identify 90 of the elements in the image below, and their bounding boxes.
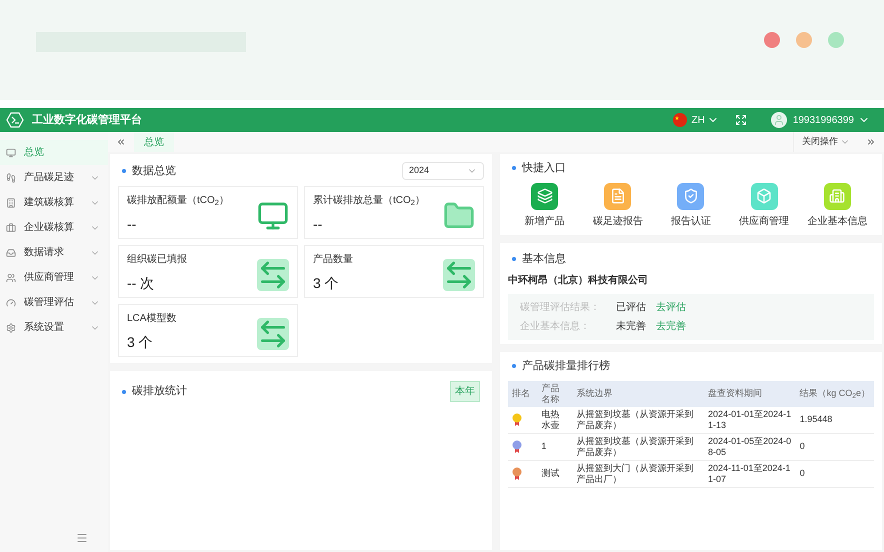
stat-label: 产品数量 — [313, 252, 353, 267]
company-name: 中环柯昂（北京）科技有限公司 — [508, 273, 649, 288]
column-header: 结果（kg CO$_{2}$e） — [796, 380, 874, 406]
flag-icon[interactable] — [673, 113, 688, 127]
table-cell: 1 — [537, 433, 572, 460]
sidebar-label: 总览 — [24, 146, 45, 160]
info-value: 未完善 — [616, 320, 646, 334]
sidebar-item[interactable]: 系统设置 — [0, 315, 108, 340]
window-control-icon[interactable] — [764, 32, 780, 48]
app-title: 工业数字化碳管理平台 — [32, 112, 142, 128]
close-actions-dropdown[interactable]: 关闭操作 — [793, 132, 858, 152]
sidebar-label: 数据请求 — [24, 246, 65, 260]
column-header: 产品名称 — [537, 380, 572, 406]
gear-icon — [6, 322, 16, 332]
sidebar-item[interactable]: 产品碳足迹 — [0, 165, 108, 190]
panel-title: 产品碳排量排行榜 — [522, 358, 610, 374]
exchange-icon — [257, 318, 289, 350]
stat-label: 组织碳已填报 — [127, 252, 187, 267]
table-cell: 2024-01-01至2024-11-13 — [704, 406, 796, 433]
sidebar-item[interactable]: 企业碳核算 — [0, 215, 108, 240]
stat-value: -- — [313, 215, 324, 234]
panel-title: 基本信息 — [522, 252, 566, 266]
footprint-icon — [6, 172, 16, 182]
table-cell: 从摇篮到坟墓（从资源开采到产品废弃） — [572, 433, 704, 460]
table-cell: 测试 — [537, 460, 572, 487]
menu-icon[interactable] — [76, 532, 88, 544]
panel-title: 碳排放统计 — [132, 384, 187, 400]
quick-entry[interactable]: 供应商管理 — [728, 182, 801, 228]
bullet-icon — [512, 364, 516, 368]
bullet-icon — [512, 166, 516, 170]
bullet-icon — [512, 256, 516, 261]
sidebar-item[interactable]: 建筑碳核算 — [0, 190, 108, 215]
panel-title: 数据总览 — [132, 164, 176, 179]
stat-value: 3 个 — [127, 333, 154, 352]
quick-entry[interactable]: 报告认证 — [654, 182, 728, 228]
panel-title: 快捷入口 — [522, 161, 566, 176]
bullet-icon — [122, 169, 126, 173]
sidebar-label: 企业碳核算 — [24, 220, 75, 235]
table-cell: 电热水壶 — [537, 406, 572, 433]
quick-entry-label: 碳足迹报告 — [592, 214, 643, 228]
quick-entry[interactable]: 企业基本信息 — [800, 182, 874, 228]
gauge-icon — [6, 298, 16, 308]
sidebar-item[interactable]: 数据请求 — [0, 240, 108, 265]
sidebar-label: 产品碳足迹 — [24, 170, 75, 185]
stat-label: 累计碳排放总量（tCO$_{2}$） — [313, 194, 425, 208]
stat-label: 碳排放配额量（tCO$_{2}$） — [127, 194, 229, 208]
monitor-icon — [6, 148, 16, 158]
table-cell: 1.95448 — [796, 406, 874, 433]
quick-entry-label: 新增产品 — [524, 214, 565, 228]
table-cell: 2024-11-01至2024-11-07 — [704, 460, 796, 487]
info-value: 已评估 — [616, 301, 646, 315]
column-header: 盘查资料期间 — [704, 380, 796, 406]
inbox-icon — [6, 248, 16, 258]
table-cell: 0 — [796, 460, 874, 487]
table-cell: 0 — [796, 433, 874, 460]
fullscreen-icon[interactable] — [734, 114, 747, 126]
window-control-icon[interactable] — [796, 32, 812, 48]
quick-entry-label: 报告认证 — [670, 214, 711, 228]
bullet-icon — [122, 390, 126, 394]
quick-entry[interactable]: 碳足迹报告 — [581, 182, 654, 228]
stat-value: -- 次 — [127, 274, 156, 293]
expand-icon[interactable] — [866, 137, 876, 147]
stat-label: LCA模型数 — [127, 312, 176, 326]
logo-icon — [6, 112, 24, 128]
table-cell: 2024-01-05至2024-08-05 — [704, 433, 796, 460]
column-header: 系统边界 — [572, 380, 704, 406]
stat-value: -- — [127, 215, 138, 234]
table-cell: 从摇篮到大门（从资源开采到产品出厂） — [572, 460, 704, 487]
quick-entry-label: 企业基本信息 — [807, 214, 868, 228]
avatar-icon[interactable] — [770, 112, 787, 128]
info-label: 碳管理评估结果： — [520, 300, 601, 315]
briefcase-icon — [6, 222, 16, 232]
quick-entry[interactable]: 新增产品 — [508, 182, 582, 228]
table-cell: 从摇篮到坟墓（从资源开采到产品废弃） — [572, 406, 704, 433]
collapse-icon[interactable] — [116, 137, 126, 147]
people-icon — [6, 272, 16, 282]
sidebar-label: 系统设置 — [24, 320, 65, 335]
sidebar-label: 供应商管理 — [24, 270, 75, 285]
exchange-icon — [257, 258, 289, 290]
sidebar-label: 建筑碳核算 — [24, 196, 75, 210]
year-select[interactable]: 2024 — [402, 162, 484, 180]
info-label: 企业基本信息： — [520, 320, 591, 334]
stat-value: 3 个 — [313, 274, 340, 293]
sidebar-label: 碳管理评估 — [24, 296, 75, 310]
sidebar-item[interactable]: 供应商管理 — [0, 265, 108, 290]
quick-entry-label: 供应商管理 — [739, 214, 790, 228]
sidebar-item[interactable]: 碳管理评估 — [0, 290, 108, 315]
column-header: 排名 — [508, 380, 538, 406]
building-icon — [6, 198, 16, 208]
exchange-icon — [443, 258, 475, 290]
